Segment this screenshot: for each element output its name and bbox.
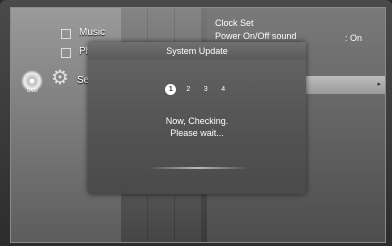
- setting-clock-set[interactable]: Clock Set: [215, 18, 254, 28]
- photo-icon: [61, 48, 71, 58]
- setting-power-sound[interactable]: Power On/Off sound: [215, 31, 296, 41]
- step-indicator: 1 2 3 4: [88, 78, 306, 96]
- step-4: 4: [221, 86, 226, 93]
- menu-item-music[interactable]: Music: [79, 27, 105, 38]
- disc-label: DVD: [27, 88, 38, 94]
- tv-screen: Music Ph DVD ⚙ Se Clock Set Power On/Off…: [0, 0, 392, 246]
- music-note-icon: [61, 29, 71, 39]
- setting-power-sound-value: : On: [345, 33, 363, 43]
- dialog-title: System Update: [88, 42, 306, 60]
- system-update-dialog: System Update 1 2 3 4 Now, Checking. Ple…: [88, 42, 306, 194]
- step-1: 1: [165, 84, 177, 95]
- step-3: 3: [203, 86, 208, 93]
- divider-glow: [148, 167, 248, 169]
- arrow-right-icon: ▸: [377, 81, 381, 88]
- step-2: 2: [186, 86, 191, 93]
- status-message-line2: Please wait...: [170, 128, 224, 138]
- status-message-line1: Now, Checking.: [165, 116, 229, 126]
- gear-icon[interactable]: ⚙: [51, 68, 69, 88]
